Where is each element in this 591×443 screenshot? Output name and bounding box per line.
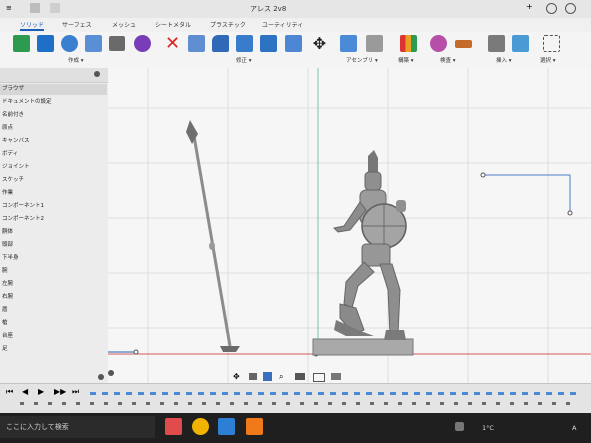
browser-item[interactable]: スケッチ (0, 175, 107, 186)
browser-item[interactable]: 原点 (0, 123, 107, 134)
tab-utility[interactable]: ユーティリティ (262, 20, 303, 29)
press-pull-icon[interactable] (188, 35, 205, 52)
app-icon[interactable] (165, 418, 182, 435)
comments-icon[interactable] (98, 374, 104, 380)
title-bar: ≡ アレス 2v8 + (0, 0, 591, 19)
tab-surface[interactable]: サーフェス (62, 20, 92, 29)
sweep-icon[interactable] (85, 35, 102, 52)
browser-item[interactable]: 頭部 (0, 240, 107, 251)
temperature-label: 1°C (482, 424, 494, 432)
insert-canvas-icon[interactable] (512, 35, 529, 52)
pan-icon[interactable] (263, 372, 272, 381)
browser-item[interactable]: ボディ (0, 149, 107, 160)
timeline-features[interactable] (90, 392, 580, 395)
browser-item[interactable]: 右腕 (0, 292, 107, 303)
navigation-bar: ✥ ⌕ (233, 372, 363, 382)
revolve-icon[interactable] (61, 35, 78, 52)
measure-icon[interactable] (455, 40, 472, 48)
undo-icon[interactable] (50, 3, 60, 13)
chamfer-icon[interactable] (236, 35, 253, 52)
vscode-icon[interactable] (218, 418, 235, 435)
taskbar-search[interactable]: ここに入力して検索 (0, 416, 155, 438)
browser-item[interactable]: 槍 (0, 318, 107, 329)
timeline-next-button[interactable]: ▶▶ (54, 387, 66, 396)
browser-item[interactable]: キャンバス (0, 136, 107, 147)
viewport-scene (108, 68, 591, 383)
spear-model (186, 120, 240, 352)
assemble-menu[interactable]: アセンブリ ▾ (346, 56, 378, 64)
fillet-icon[interactable] (212, 35, 229, 52)
browser-item[interactable]: 足 (0, 344, 107, 355)
timeline-last-button[interactable]: ⏭ (72, 387, 79, 397)
display-settings-icon[interactable] (295, 373, 305, 380)
browser-item[interactable]: 作業 (0, 188, 107, 199)
tab-solid[interactable]: ソリッド (20, 20, 45, 31)
browser-item[interactable]: 盾 (0, 305, 107, 316)
timeline-markers (20, 402, 580, 405)
select-icon[interactable] (543, 35, 560, 52)
create-sketch-icon[interactable] (13, 35, 30, 52)
insert-menu[interactable]: 挿入 ▾ (496, 56, 512, 64)
look-at-icon[interactable] (249, 373, 257, 380)
timeline-first-button[interactable]: ⏮ (6, 387, 13, 397)
online-status-icon[interactable] (546, 3, 557, 14)
browser-item[interactable]: 下半身 (0, 253, 107, 264)
viewport-icon[interactable] (331, 373, 341, 380)
timeline-play-button[interactable]: ▶ (38, 387, 44, 396)
tab-mesh[interactable]: メッシュ (112, 20, 136, 29)
box-icon[interactable] (109, 36, 125, 51)
offset-plane-icon[interactable] (400, 35, 417, 52)
zoom-icon[interactable]: ⌕ (279, 372, 283, 382)
ime-indicator[interactable]: A (572, 424, 576, 432)
new-component-icon[interactable] (340, 35, 357, 52)
create-menu[interactable]: 作成 ▾ (68, 56, 84, 64)
new-tab-icon[interactable]: + (526, 2, 533, 11)
inspect-menu[interactable]: 検査 ▾ (440, 56, 456, 64)
insert-derive-icon[interactable] (488, 35, 505, 52)
browser-pin-icon[interactable] (94, 71, 100, 77)
browser-panel: ブラウザ ドキュメントの設定 名前付き 原点 キャンバス ボディ ジョイント ス… (0, 68, 109, 383)
fusion-icon[interactable] (246, 418, 263, 435)
browser-item[interactable]: 腕 (0, 266, 107, 277)
tab-plastic[interactable]: プラスチック (210, 20, 246, 29)
shell-icon[interactable] (260, 35, 277, 52)
browser-item[interactable]: コンポーネント1 (0, 201, 107, 212)
timeline-bar: ⏮ ◀ ▶ ▶▶ ⏭ (0, 383, 591, 414)
extrude-icon[interactable] (37, 35, 54, 52)
construct-menu[interactable]: 構築 ▾ (398, 56, 414, 64)
viewcube-icon[interactable] (108, 370, 114, 376)
browser-item[interactable]: コンポーネント2 (0, 214, 107, 225)
orbit-icon[interactable]: ✥ (233, 372, 240, 381)
design-canvas[interactable]: ✥ ⌕ (108, 68, 591, 383)
browser-item[interactable]: ジョイント (0, 162, 107, 173)
browser-item[interactable]: ドキュメントの設定 (0, 97, 107, 108)
inspect-icon[interactable] (430, 35, 447, 52)
browser-header (0, 68, 108, 83)
workspace-tabs: ソリッド サーフェス メッシュ シートメタル プラスチック ユーティリティ (0, 18, 591, 32)
grid-settings-icon[interactable] (313, 373, 325, 382)
warrior-model (332, 150, 407, 340)
toolbar: 作成 ▾ ✕ ✥ 修正 ▾ アセンブリ ▾ 構築 ▾ 検査 ▾ 挿入 ▾ 選択 … (0, 32, 591, 69)
notification-icon[interactable] (565, 3, 576, 14)
tab-sheetmetal[interactable]: シートメタル (155, 20, 191, 29)
modify-menu[interactable]: 修正 ▾ (236, 56, 252, 64)
browser-item[interactable]: 名前付き (0, 110, 107, 121)
timeline-prev-button[interactable]: ◀ (22, 387, 28, 396)
menu-icon[interactable]: ≡ (6, 4, 12, 12)
chrome-icon[interactable] (192, 418, 209, 435)
browser-item[interactable]: 胴体 (0, 227, 107, 238)
combine-icon[interactable] (285, 35, 302, 52)
select-menu[interactable]: 選択 ▾ (540, 56, 556, 64)
browser-item[interactable]: 左腕 (0, 279, 107, 290)
document-title: アレス 2v8 (250, 5, 287, 13)
form-icon[interactable] (134, 35, 151, 52)
save-icon[interactable] (30, 3, 40, 13)
browser-item[interactable]: ブラウザ (0, 84, 107, 95)
move-icon[interactable]: ✥ (311, 35, 328, 52)
browser-item[interactable]: 台座 (0, 331, 107, 342)
tray-network-icon[interactable] (455, 422, 464, 431)
delete-icon[interactable]: ✕ (164, 35, 181, 53)
joint-icon[interactable] (366, 35, 383, 52)
